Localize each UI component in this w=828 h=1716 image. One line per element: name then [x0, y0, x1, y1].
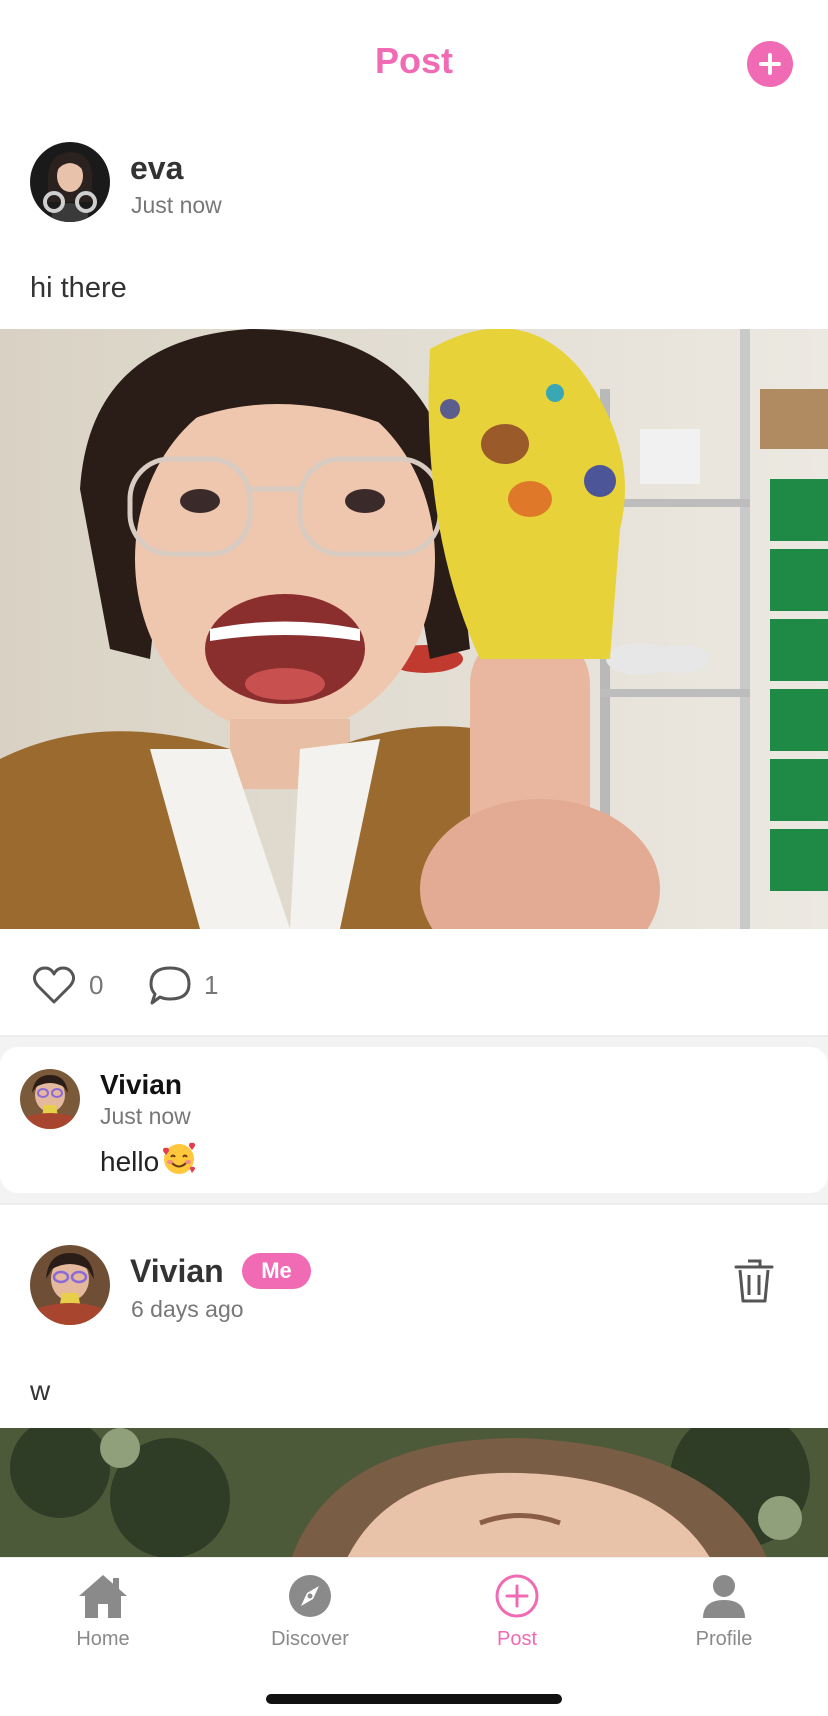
- post-header: Vivian Me 6 days ago: [0, 1240, 828, 1365]
- comment-author[interactable]: Vivian: [100, 1069, 182, 1101]
- tab-discover[interactable]: Discover: [240, 1572, 380, 1672]
- comment-section: Vivian Just now hello: [0, 1037, 828, 1205]
- tab-profile[interactable]: Profile: [654, 1572, 794, 1672]
- trash-icon[interactable]: [734, 1258, 774, 1304]
- heart-icon[interactable]: [32, 965, 76, 1005]
- post-card: eva Just now hi there 0 1 Vivian Just no…: [0, 128, 828, 1205]
- like-count: 0: [89, 970, 104, 1000]
- post-text: hi there: [30, 272, 127, 304]
- post-timestamp: 6 days ago: [131, 1296, 244, 1322]
- comment-item[interactable]: Vivian Just now hello: [0, 1047, 828, 1193]
- comment-body: hello: [100, 1146, 160, 1177]
- post-text: w: [30, 1375, 51, 1406]
- home-indicator[interactable]: [266, 1694, 562, 1704]
- post-author-name[interactable]: Vivian: [130, 1253, 224, 1290]
- tab-label: Post: [496, 1628, 538, 1650]
- comment-count: 1: [204, 970, 219, 1000]
- post-timestamp: Just now: [131, 192, 222, 218]
- comment-icon[interactable]: [147, 965, 193, 1007]
- avatar[interactable]: [30, 142, 110, 222]
- top-bar: Post: [0, 0, 828, 128]
- home-icon: [79, 1575, 127, 1618]
- me-badge: Me: [242, 1253, 311, 1289]
- post-photo[interactable]: [0, 329, 828, 929]
- compass-icon: [289, 1575, 331, 1617]
- post-header: eva Just now: [0, 128, 828, 248]
- tab-label: Discover: [271, 1628, 349, 1650]
- post-actions: 0 1: [0, 929, 828, 1037]
- add-post-button[interactable]: [747, 41, 793, 87]
- tab-label: Profile: [695, 1628, 753, 1650]
- tab-label: Home: [76, 1628, 130, 1650]
- comment-text: hello: [100, 1141, 197, 1178]
- smiling-face-with-hearts-icon: [163, 1142, 196, 1174]
- plus-circle-icon: [495, 1574, 539, 1618]
- person-icon: [703, 1575, 745, 1618]
- tab-post[interactable]: Post: [447, 1572, 587, 1672]
- page-title: Post: [374, 40, 453, 81]
- post-photo[interactable]: [0, 1428, 828, 1557]
- post-feed[interactable]: eva Just now hi there 0 1 Vivian Just no…: [0, 128, 828, 1557]
- avatar[interactable]: [30, 1245, 110, 1325]
- tab-bar: Home Discover Post Profile: [0, 1557, 828, 1716]
- post-author-name[interactable]: eva: [130, 150, 183, 187]
- avatar[interactable]: [20, 1069, 80, 1129]
- comment-timestamp: Just now: [100, 1103, 191, 1129]
- post-card: Vivian Me 6 days ago w: [0, 1240, 828, 1557]
- tab-home[interactable]: Home: [33, 1572, 173, 1672]
